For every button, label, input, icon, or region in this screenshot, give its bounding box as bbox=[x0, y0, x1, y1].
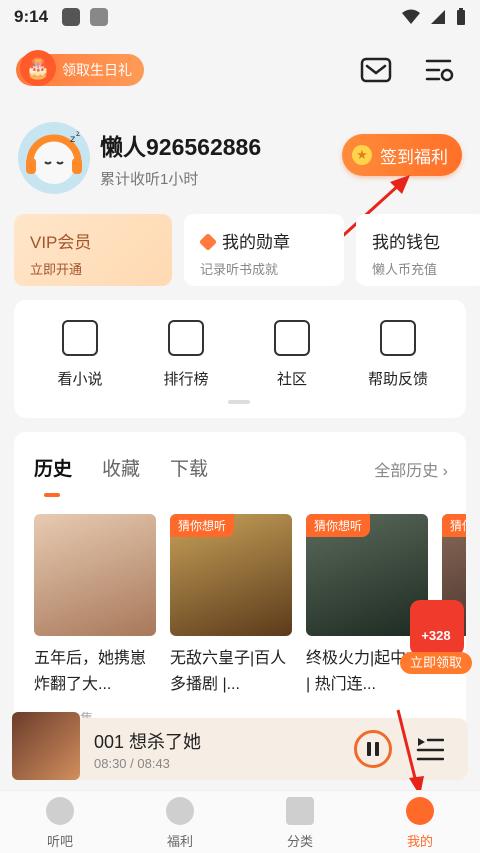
menu-item-novel[interactable]: 看小说 bbox=[30, 320, 130, 389]
menu-item-feedback[interactable]: 帮助反馈 bbox=[348, 320, 448, 389]
book-title: 五年后，她携崽炸翻了大... bbox=[34, 650, 147, 693]
settings-button[interactable] bbox=[422, 52, 458, 88]
tab-label: 听吧 bbox=[46, 834, 73, 849]
tab-downloads[interactable]: 下载 bbox=[170, 454, 208, 481]
claim-button[interactable]: 立即领取 bbox=[400, 652, 472, 674]
listen-time: 累计收听1小时 bbox=[100, 171, 199, 188]
birthday-gift-label: 领取生日礼 bbox=[62, 62, 132, 78]
medal-icon bbox=[198, 232, 218, 252]
menu-item-ranking[interactable]: 排行榜 bbox=[136, 320, 236, 389]
history-section: 历史 收藏 下载 全部历史 › 五年后，她携崽炸翻了大... 猜你想听 无敌六皇… bbox=[14, 432, 466, 732]
tab-favorites[interactable]: 收藏 bbox=[102, 454, 140, 481]
settings-icon bbox=[425, 59, 454, 82]
tab-label: 我的 bbox=[406, 834, 433, 849]
message-button[interactable] bbox=[358, 52, 394, 88]
battery-icon bbox=[457, 8, 465, 25]
app-notification-icon bbox=[90, 8, 109, 26]
book-title: 无敌六皇子|百人多播剧 |... bbox=[170, 650, 287, 693]
tab-welfare[interactable]: 福利 bbox=[120, 791, 240, 853]
tab-label: 福利 bbox=[166, 834, 193, 849]
menu-item-label: 排行榜 bbox=[163, 371, 209, 388]
star-coin-icon: ★ bbox=[352, 145, 372, 165]
user-icon bbox=[406, 797, 434, 825]
medal-title: 我的勋章 bbox=[222, 233, 290, 252]
mail-icon bbox=[360, 57, 392, 83]
all-history-link[interactable]: 全部历史 › bbox=[374, 457, 448, 481]
menu-item-label: 看小说 bbox=[57, 371, 103, 388]
bottom-tab-bar: 听吧 福利 分类 我的 bbox=[0, 790, 480, 853]
player-title: 001 想杀了她 bbox=[94, 732, 202, 752]
pause-icon-bar bbox=[375, 742, 379, 756]
tab-history[interactable]: 历史 bbox=[34, 454, 72, 497]
vip-subtitle: 立即开通 bbox=[30, 262, 83, 277]
chevron-right-icon: › bbox=[442, 463, 448, 480]
pause-icon bbox=[367, 742, 371, 756]
chart-icon bbox=[168, 320, 204, 356]
book-cover: 猜你想听 bbox=[170, 514, 292, 636]
all-history-label: 全部历史 bbox=[374, 463, 439, 480]
menu-item-label: 帮助反馈 bbox=[367, 371, 428, 388]
quick-menu: 看小说 排行榜 社区 帮助反馈 bbox=[14, 300, 466, 418]
vip-title: VIP会员 bbox=[30, 233, 92, 252]
menu-item-label: 社区 bbox=[276, 371, 307, 388]
recommend-tag: 猜你想听 bbox=[170, 514, 235, 537]
history-tabs: 历史 收藏 下载 bbox=[34, 454, 208, 497]
menu-item-community[interactable]: 社区 bbox=[242, 320, 342, 389]
top-bar: 🎂 领取生日礼 bbox=[0, 46, 480, 92]
status-time: 9:14 bbox=[14, 7, 49, 26]
username: 懒人926562886 bbox=[100, 134, 262, 160]
svg-text:z: z bbox=[70, 134, 75, 145]
svg-text:z: z bbox=[76, 129, 80, 138]
cake-icon: 🎂 bbox=[20, 50, 56, 86]
book-cover bbox=[34, 514, 156, 636]
vip-card[interactable]: VIP会员 立即开通 bbox=[14, 214, 172, 286]
wifi-icon bbox=[402, 9, 420, 24]
feature-cards: VIP会员 立即开通 我的勋章 记录听书成就 我的钱包 懒人币充值 bbox=[14, 214, 480, 286]
book-item[interactable]: 五年后，她携崽炸翻了大... bbox=[34, 514, 156, 698]
notification-icon bbox=[62, 8, 81, 26]
tab-mine[interactable]: 我的 bbox=[360, 791, 480, 853]
tab-listen[interactable]: 听吧 bbox=[0, 791, 120, 853]
category-icon bbox=[286, 797, 314, 825]
chat-icon bbox=[274, 320, 310, 356]
medal-subtitle: 记录听书成就 bbox=[200, 262, 279, 277]
red-packet-widget[interactable]: +328 立即领取 bbox=[400, 596, 472, 678]
book-icon bbox=[62, 320, 98, 356]
annotation-arrow-mine bbox=[396, 709, 424, 796]
signal-icon bbox=[431, 10, 445, 24]
tab-category[interactable]: 分类 bbox=[240, 791, 360, 853]
listen-icon bbox=[46, 797, 74, 825]
pause-button[interactable] bbox=[354, 730, 392, 768]
red-packet-amount: +328 bbox=[421, 628, 451, 643]
recommend-tag: 猜你 bbox=[442, 514, 466, 537]
welfare-icon bbox=[166, 797, 194, 825]
medal-card[interactable]: 我的勋章 记录听书成就 bbox=[184, 214, 344, 286]
wallet-title: 我的钱包 bbox=[372, 233, 440, 252]
tab-label: 分类 bbox=[286, 834, 313, 849]
feedback-icon bbox=[380, 320, 416, 356]
avatar[interactable]: z z bbox=[18, 122, 90, 194]
signin-label: 签到福利 bbox=[380, 147, 448, 167]
player-time: 08:30 / 08:43 bbox=[94, 756, 170, 771]
recommend-tag: 猜你想听 bbox=[306, 514, 371, 537]
player-cover bbox=[12, 712, 80, 780]
wallet-card[interactable]: 我的钱包 懒人币充值 bbox=[356, 214, 480, 286]
wallet-subtitle: 懒人币充值 bbox=[372, 262, 438, 277]
birthday-gift-button[interactable]: 🎂 领取生日礼 bbox=[16, 50, 144, 86]
book-item[interactable]: 猜你想听 无敌六皇子|百人多播剧 |... bbox=[170, 514, 292, 698]
avatar-image: z z bbox=[26, 129, 82, 184]
page-indicator bbox=[228, 400, 250, 404]
status-bar: 9:14 bbox=[0, 0, 480, 34]
